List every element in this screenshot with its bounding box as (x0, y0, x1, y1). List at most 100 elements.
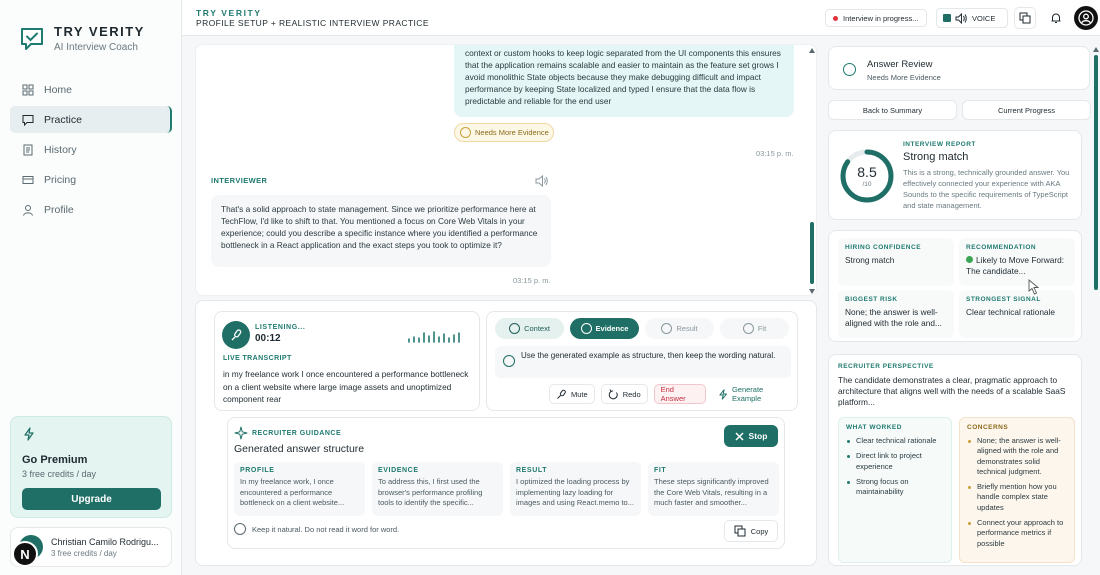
answer-review-panel[interactable]: Answer Review Needs More Evidence Back t… (826, 44, 1091, 566)
column-text: In my freelance work, I once encountered… (240, 477, 345, 507)
hint-box: Use the generated example as structure, … (495, 346, 791, 378)
generate-example-button[interactable]: Generate Example (711, 384, 797, 404)
redo-button[interactable]: Redo (600, 384, 648, 404)
tile-text: Likely to Move Forward: The candidate... (966, 255, 1065, 276)
sidebar-item-label: Practice (44, 113, 82, 126)
perspective-label: RECRUITER PERSPECTIVE (838, 363, 934, 370)
guidance-note-text: Keep it natural. Do not read it word for… (252, 524, 400, 534)
check-circle-icon (843, 63, 856, 76)
report-text: This is a strong, technically grounded a… (903, 168, 1070, 210)
answer-structure-columns: PROFILE In my freelance work, I once enco… (234, 462, 779, 516)
stop-label: Stop (748, 431, 768, 441)
sidebar-item-profile[interactable]: Profile (10, 196, 172, 223)
step-label: Context (524, 324, 550, 333)
chat-scroll-thumb[interactable] (810, 222, 814, 284)
step-label: Fit (757, 324, 767, 333)
practice-panel: LISTENING... 00:12 LIVE TRANSCRIPT in my… (195, 300, 817, 566)
check-circle-icon (742, 323, 754, 334)
copy-label: Copy (750, 526, 769, 536)
stop-button[interactable]: Stop (724, 425, 778, 447)
brand[interactable]: TRY VERITY AI Interview Coach (18, 24, 145, 53)
review-title: Answer Review (867, 59, 933, 70)
concerns-list: None; the answer is well-aligned with th… (967, 436, 1067, 549)
check-circle-icon (580, 323, 592, 334)
step-result[interactable]: Result (645, 318, 714, 339)
copy-button[interactable]: Copy (724, 520, 778, 542)
n-badge[interactable]: N (12, 541, 38, 567)
voice-toggle[interactable]: VOICE (936, 8, 1008, 28)
premium-card: Go Premium 3 free credits / day Upgrade (10, 416, 172, 518)
user-name: Christian Camilo Rodrigu... (51, 536, 159, 547)
column-text: These steps significantly improved the C… (654, 477, 769, 507)
check-circle-icon (509, 323, 521, 334)
profile-avatar-button[interactable] (1074, 6, 1098, 30)
score-denominator: /10 (862, 181, 872, 188)
tile-text: Clear technical rationale (966, 307, 1056, 317)
tile-text-wrap: Likely to Move Forward: The candidate... (966, 255, 1068, 277)
what-worked-box: WHAT WORKED Clear technical rationale Di… (838, 417, 952, 563)
speaker-icon[interactable] (535, 174, 549, 188)
what-worked-list: Clear technical rationale Direct link to… (846, 436, 944, 497)
chat-transcript[interactable]: context or custom hooks to keep logic se… (195, 44, 817, 296)
end-answer-label: End Answer (660, 385, 686, 403)
microphone-button[interactable] (222, 321, 250, 349)
sidebar-item-label: History (44, 143, 77, 156)
column-text: I optimized the loading process by imple… (516, 477, 634, 507)
tile-biggest-risk: BIGGEST RISK None; the answer is well-al… (838, 290, 954, 338)
sidebar: TRY VERITY AI Interview Coach Home Pract… (0, 0, 182, 575)
list-item: Direct link to project experience (846, 451, 944, 472)
card-icon (22, 175, 34, 184)
copy-window-button[interactable] (1014, 7, 1036, 29)
listening-card: LISTENING... 00:12 LIVE TRANSCRIPT in my… (214, 311, 480, 411)
sidebar-item-practice[interactable]: Practice (10, 106, 172, 133)
mute-label: Mute (571, 389, 588, 399)
tile-heading: RECOMMENDATION (966, 244, 1037, 251)
mute-button[interactable]: Mute (549, 384, 595, 404)
column-evidence: EVIDENCE To address this, I first used th… (372, 462, 503, 516)
hint-text: Use the generated example as structure, … (521, 351, 776, 360)
report-label: INTERVIEW REPORT (903, 141, 976, 148)
upgrade-button[interactable]: Upgrade (22, 488, 161, 510)
list-item: Connect your approach to performance met… (967, 518, 1067, 549)
brand-subtitle: AI Interview Coach (54, 42, 138, 53)
list-item: Strong focus on maintainability (846, 477, 944, 498)
evidence-badge[interactable]: Needs More Evidence (454, 123, 554, 142)
scroll-up-icon[interactable] (809, 48, 815, 53)
message-timestamp: 03:15 p. m. (513, 276, 551, 285)
sidebar-item-history[interactable]: History (10, 136, 172, 163)
review-header: Answer Review Needs More Evidence (828, 46, 1090, 90)
column-heading: EVIDENCE (378, 467, 419, 474)
scroll-down-icon[interactable] (809, 289, 815, 294)
interviewer-message: That's a solid approach to state managem… (211, 195, 551, 267)
column-heading: PROFILE (240, 467, 275, 474)
end-answer-button[interactable]: End Answer (653, 384, 706, 404)
review-scroll-thumb[interactable] (1094, 55, 1098, 290)
listening-timer: 00:12 (255, 333, 281, 344)
tile-heading: STRONGEST SIGNAL (966, 296, 1041, 303)
scroll-up-icon[interactable] (1093, 47, 1099, 52)
column-heading: FIT (654, 467, 667, 474)
top-header: TRY VERITY PROFILE SETUP + REALISTIC INT… (182, 0, 1100, 36)
step-evidence[interactable]: Evidence (570, 318, 639, 339)
checkbox-checked-icon (943, 14, 951, 22)
step-context[interactable]: Context (495, 318, 564, 339)
step-tabs: Context Evidence Result Fit (495, 318, 789, 339)
column-profile: PROFILE In my freelance work, I once enco… (234, 462, 365, 516)
guidance-label: RECRUITER GUIDANCE (252, 430, 342, 437)
answer-steps-card: Context Evidence Result Fit Use the gene… (486, 311, 798, 411)
interview-report: 8.5 /10 INTERVIEW REPORT Strong match Th… (828, 130, 1082, 220)
step-fit[interactable]: Fit (720, 318, 789, 339)
back-to-summary-button[interactable]: Back to Summary (828, 100, 957, 120)
current-progress-button[interactable]: Current Progress (962, 100, 1091, 120)
sidebar-item-pricing[interactable]: Pricing (10, 166, 172, 193)
interviewer-label: INTERVIEWER (211, 176, 268, 185)
notifications-button[interactable] (1045, 7, 1067, 29)
sidebar-item-home[interactable]: Home (10, 76, 172, 103)
speaker-icon (955, 12, 967, 24)
audio-waveform-icon (408, 331, 460, 343)
tile-heading: BIGGEST RISK (845, 296, 898, 303)
bell-icon (1051, 13, 1061, 23)
tile-heading: HIRING CONFIDENCE (845, 244, 922, 251)
list-item: Briefly mention how you handle complex s… (967, 482, 1067, 513)
step-label: Evidence (595, 324, 629, 333)
